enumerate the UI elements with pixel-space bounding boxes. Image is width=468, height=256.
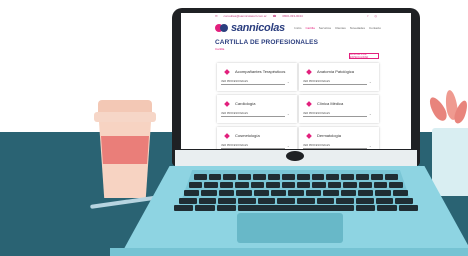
specialty-card[interactable]: Clínica Médica VER PROFESIONALES ⌄ xyxy=(299,95,379,123)
page-title: CARTILLA DE PROFESIONALES xyxy=(215,39,319,46)
nav-item-clientes[interactable]: Clientes xyxy=(335,26,346,30)
key-row xyxy=(179,198,414,204)
professionals-select[interactable]: VER PROFESIONALES xyxy=(221,112,285,117)
key-row xyxy=(194,174,399,180)
professionals-select[interactable]: VER PROFESIONALES xyxy=(303,80,367,85)
specialty-card[interactable]: Cosmetología VER PROFESIONALES ⌄ xyxy=(217,127,297,149)
bullet-icon xyxy=(306,101,312,107)
laptop-screen: ✉ consultas@sannicolassrl.com.ar ☎ 0800-… xyxy=(181,13,411,149)
chevron-down-icon[interactable]: ⌄ xyxy=(369,144,372,148)
nav-item-contacto[interactable]: Contacto xyxy=(369,26,381,30)
cup-sleeve xyxy=(101,136,149,164)
laptop-trackpad xyxy=(237,213,343,243)
laptop-notch xyxy=(286,151,304,161)
chevron-down-icon[interactable]: ⌄ xyxy=(369,80,372,84)
chevron-down-icon[interactable]: ⌄ xyxy=(287,144,290,148)
key-row xyxy=(174,205,418,211)
contact-email[interactable]: consultas@sannicolassrl.com.ar xyxy=(224,14,267,18)
specialty-name: Cosmetología xyxy=(235,133,260,138)
envelope-icon: ✉ xyxy=(215,14,218,18)
key-row xyxy=(189,182,403,188)
plant-pot-illustration xyxy=(432,128,468,196)
professionals-select[interactable]: VER PROFESIONALES xyxy=(303,144,367,149)
phone-icon: ☎ xyxy=(272,14,277,18)
specialty-name: Cardiología xyxy=(235,101,256,106)
chevron-down-icon[interactable]: ⌄ xyxy=(369,112,372,116)
professionals-select[interactable]: VER PROFESIONALES xyxy=(221,80,285,85)
logo-icon[interactable] xyxy=(215,24,228,32)
nav-item-servicios[interactable]: Servicios xyxy=(319,26,331,30)
bullet-icon xyxy=(224,133,230,139)
bullet-icon xyxy=(306,133,312,139)
instagram-icon[interactable]: ◎ xyxy=(374,14,377,18)
specialty-card[interactable]: Cardiología VER PROFESIONALES ⌄ xyxy=(217,95,297,123)
specialty-card[interactable]: Acompañantes Terapéuticos VER PROFESIONA… xyxy=(217,63,297,91)
site-navbar: sannicolas Inicio Cartilla Servicios Cli… xyxy=(181,21,411,35)
chevron-down-icon[interactable]: ⌄ xyxy=(287,112,290,116)
coffee-cup-illustration xyxy=(94,100,156,198)
chevron-down-icon[interactable]: ⌄ xyxy=(287,80,290,84)
specialty-name: Dermatología xyxy=(317,133,342,138)
desk-scene: ✉ consultas@sannicolassrl.com.ar ☎ 0800-… xyxy=(0,0,468,256)
nav-item-cartilla[interactable]: Cartilla xyxy=(305,26,314,30)
bullet-icon xyxy=(224,101,230,107)
nav-item-novedades[interactable]: Novedades xyxy=(350,26,365,30)
specialty-name: Acompañantes Terapéuticos xyxy=(235,69,286,74)
site-topbar: ✉ consultas@sannicolassrl.com.ar ☎ 0800-… xyxy=(181,13,411,19)
specialty-card[interactable]: Dermatología VER PROFESIONALES ⌄ xyxy=(299,127,379,149)
professionals-select[interactable]: VER PROFESIONALES xyxy=(221,144,285,149)
breadcrumb[interactable]: Cartilla xyxy=(215,47,224,51)
specialty-name: Clínica Médica xyxy=(317,101,344,106)
site-logo-text[interactable]: sannicolas xyxy=(231,22,285,34)
specialty-card[interactable]: Anatomía Patológica VER PROFESIONALES ⌄ xyxy=(299,63,379,91)
facebook-icon[interactable]: f xyxy=(368,14,369,18)
bullet-icon xyxy=(306,69,312,75)
laptop-keys xyxy=(174,172,418,211)
filter-specialty-button[interactable]: BUSCAR POR ESPECIALIDAD xyxy=(349,53,379,59)
professionals-select[interactable]: VER PROFESIONALES xyxy=(303,112,367,117)
specialty-name: Anatomía Patológica xyxy=(317,69,354,74)
key-row xyxy=(184,190,409,196)
cup-lid-rim xyxy=(94,112,156,122)
nav-links: Inicio Cartilla Servicios Clientes Noved… xyxy=(294,26,381,30)
bullet-icon xyxy=(224,69,230,75)
laptop-base-edge xyxy=(110,248,468,256)
contact-phone[interactable]: 0800-333-0044 xyxy=(282,14,302,18)
nav-item-inicio[interactable]: Inicio xyxy=(294,26,301,30)
